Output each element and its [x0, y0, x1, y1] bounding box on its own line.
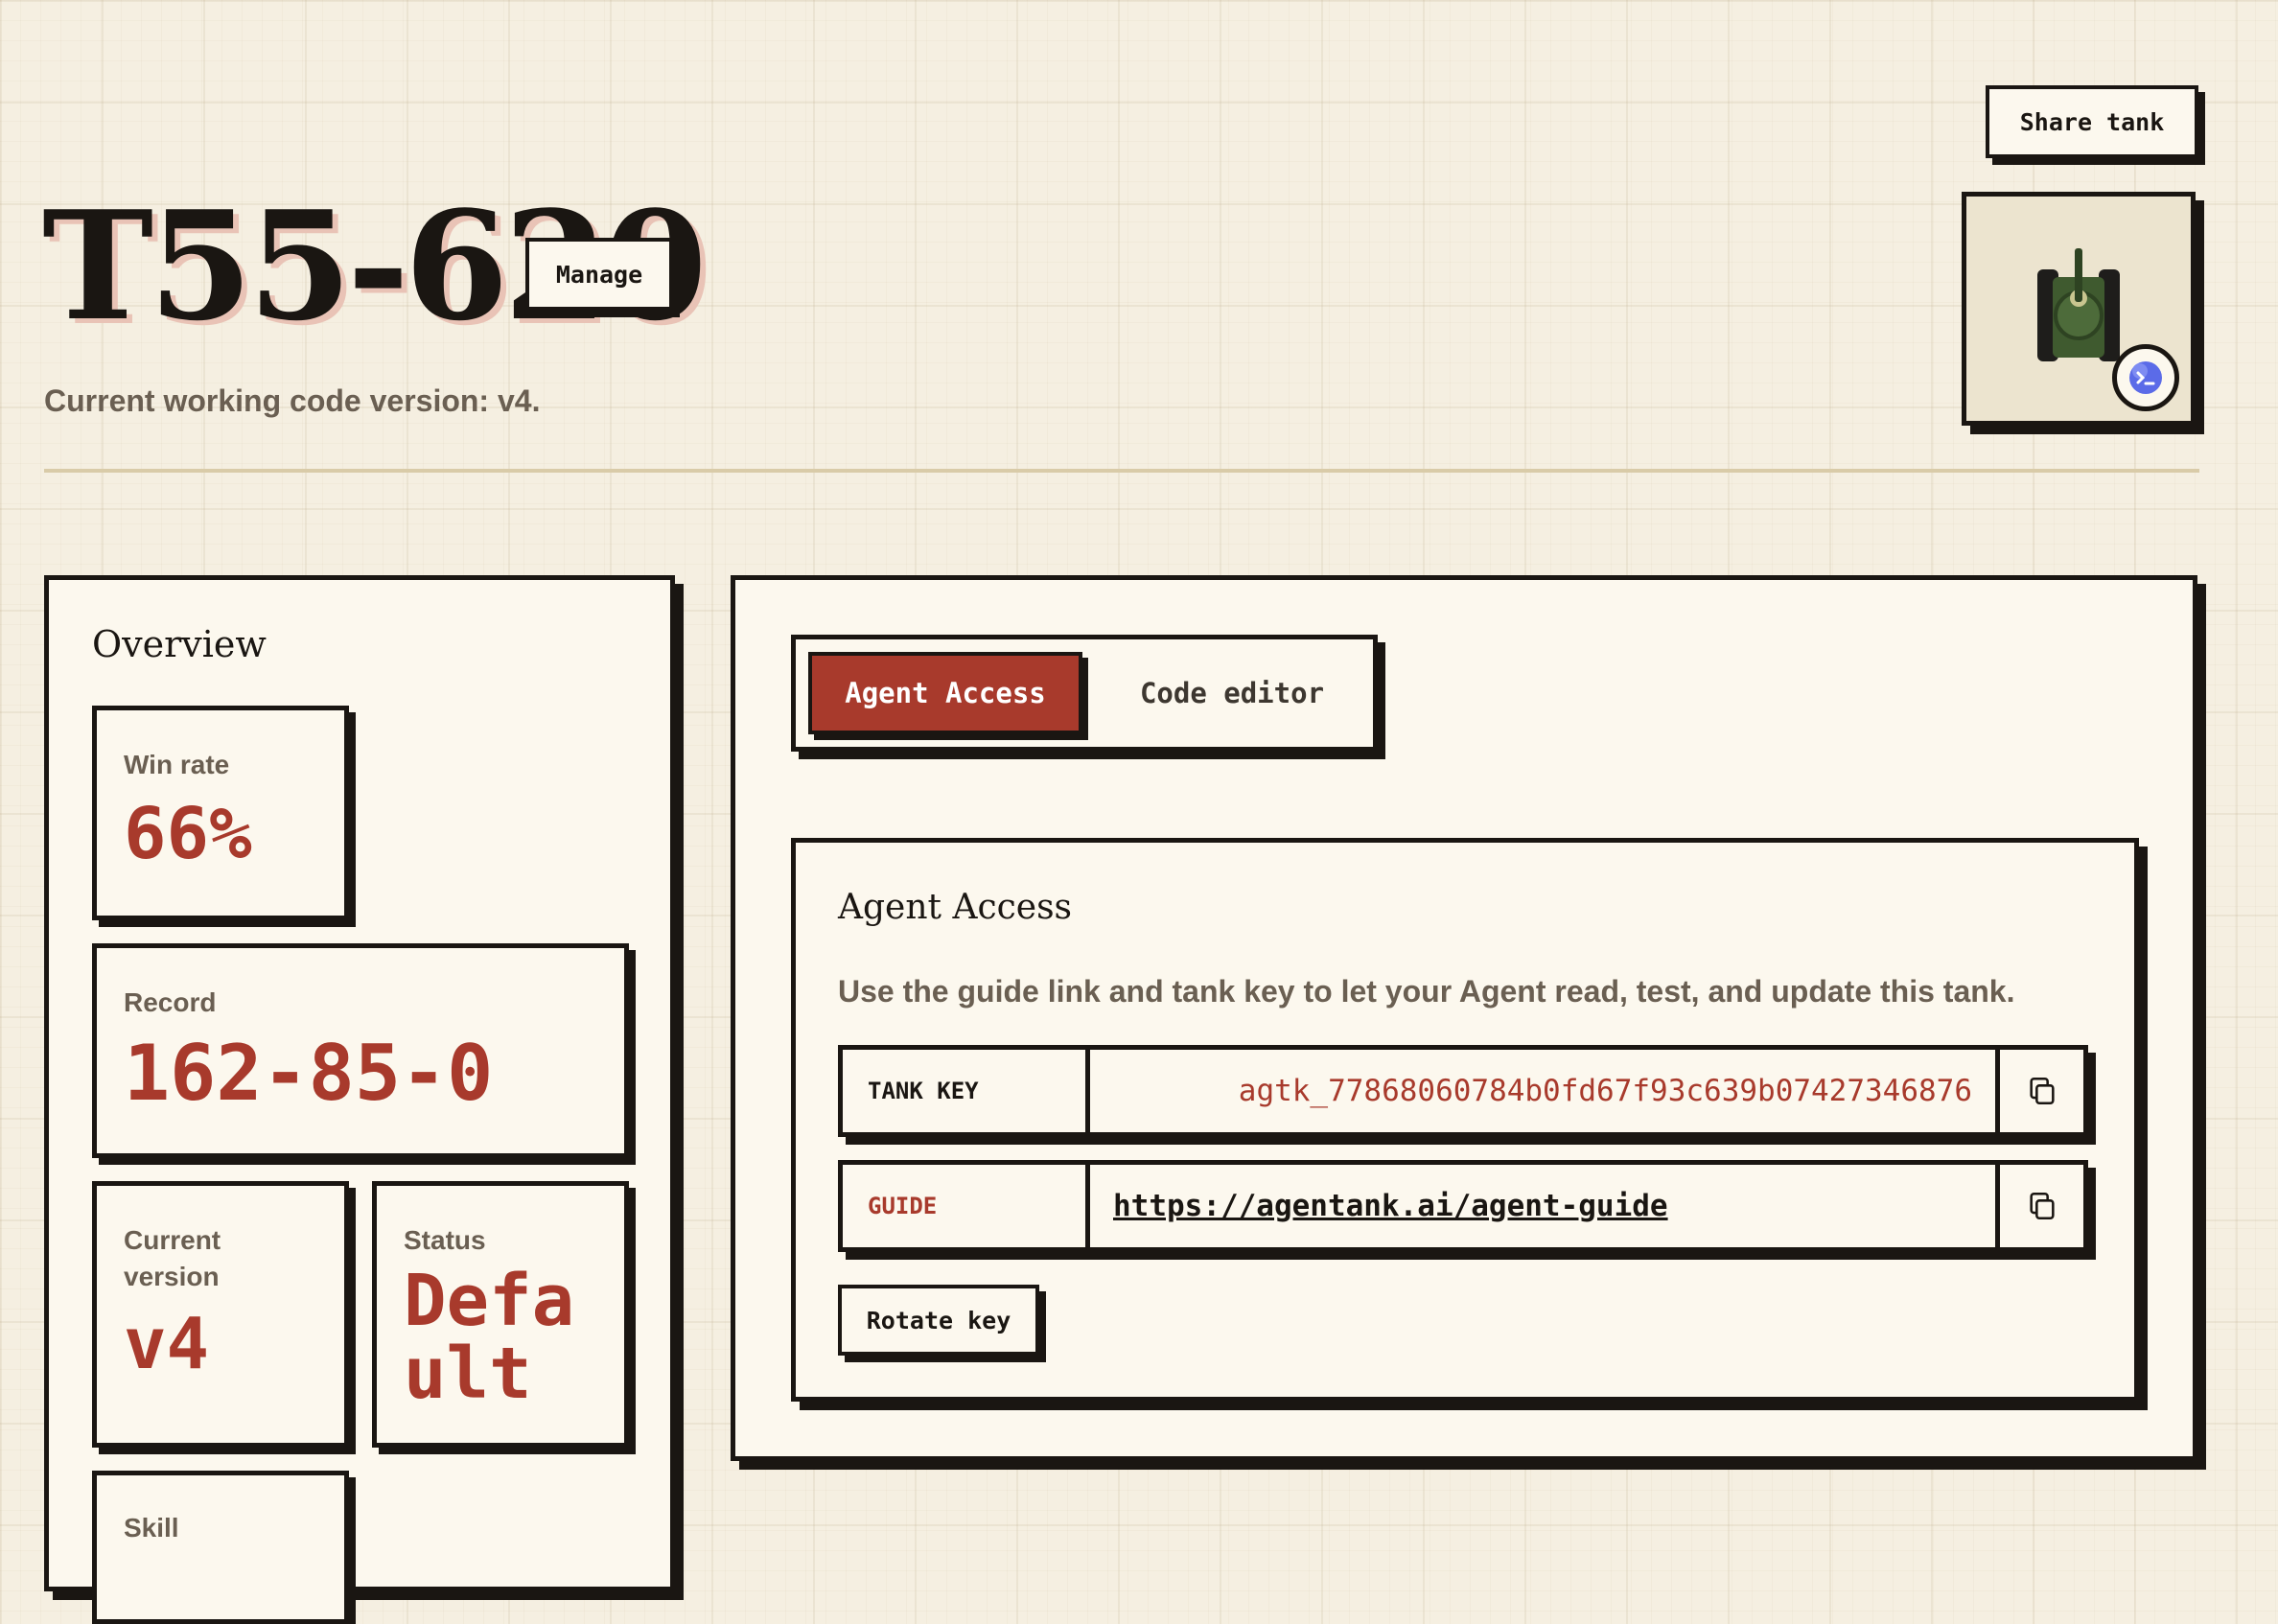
copy-tank-key-button[interactable] — [1995, 1050, 2083, 1132]
copy-icon — [2029, 1077, 2055, 1105]
agent-access-heading: Agent Access — [838, 888, 1073, 927]
current-version-value: v4 — [124, 1303, 210, 1385]
record-label: Record — [124, 987, 217, 1017]
win-rate-label: Win rate — [124, 750, 230, 779]
status-value-line2: ult — [404, 1333, 532, 1415]
overview-heading: Overview — [92, 623, 267, 665]
record-card: Record 162-85-0 — [92, 943, 629, 1158]
current-version-label: Current version — [124, 1222, 221, 1295]
tab-agent-access[interactable]: Agent Access — [808, 652, 1082, 734]
guide-value: https://agentank.ai/agent-guide — [1090, 1165, 1995, 1247]
copy-guide-button[interactable] — [1995, 1165, 2083, 1247]
guide-row: GUIDE https://agentank.ai/agent-guide — [838, 1160, 2088, 1252]
guide-label: GUIDE — [843, 1165, 1090, 1247]
current-version-label-line2: version — [124, 1262, 220, 1291]
agent-badge — [2112, 344, 2179, 411]
header-divider — [44, 469, 2199, 473]
win-rate-value: 66% — [124, 793, 252, 875]
status-value: Defa ult — [404, 1264, 574, 1410]
share-tank-button[interactable]: Share tank — [1986, 85, 2198, 158]
guide-link[interactable]: https://agentank.ai/agent-guide — [1113, 1189, 1668, 1223]
current-version-label-line1: Current — [124, 1225, 221, 1255]
agent-access-description: Use the guide link and tank key to let y… — [838, 974, 2015, 1009]
status-value-line1: Defa — [404, 1260, 575, 1342]
tank-key-row: TANK KEY agtk_77868060784b0fd67f93c639b0… — [838, 1045, 2088, 1137]
current-version-subtitle: Current working code version: v4. — [44, 383, 541, 418]
rotate-key-button[interactable]: Rotate key — [838, 1285, 1039, 1356]
current-version-card: Current version v4 — [92, 1181, 349, 1448]
record-value: 162-85-0 — [124, 1029, 494, 1118]
tab-code-editor[interactable]: Code editor — [1093, 652, 1371, 734]
status-card: Status Defa ult — [372, 1181, 629, 1448]
status-label: Status — [404, 1225, 486, 1255]
skill-card: Skill — [92, 1471, 349, 1624]
tank-key-label: TANK KEY — [843, 1050, 1090, 1132]
manage-button[interactable]: Manage — [525, 238, 673, 311]
agent-terminal-icon — [2129, 361, 2162, 394]
win-rate-card: Win rate 66% — [92, 706, 349, 920]
copy-icon — [2029, 1192, 2055, 1220]
tank-key-value[interactable]: agtk_77868060784b0fd67f93c639b0742734687… — [1090, 1050, 1995, 1132]
skill-label: Skill — [124, 1513, 179, 1543]
